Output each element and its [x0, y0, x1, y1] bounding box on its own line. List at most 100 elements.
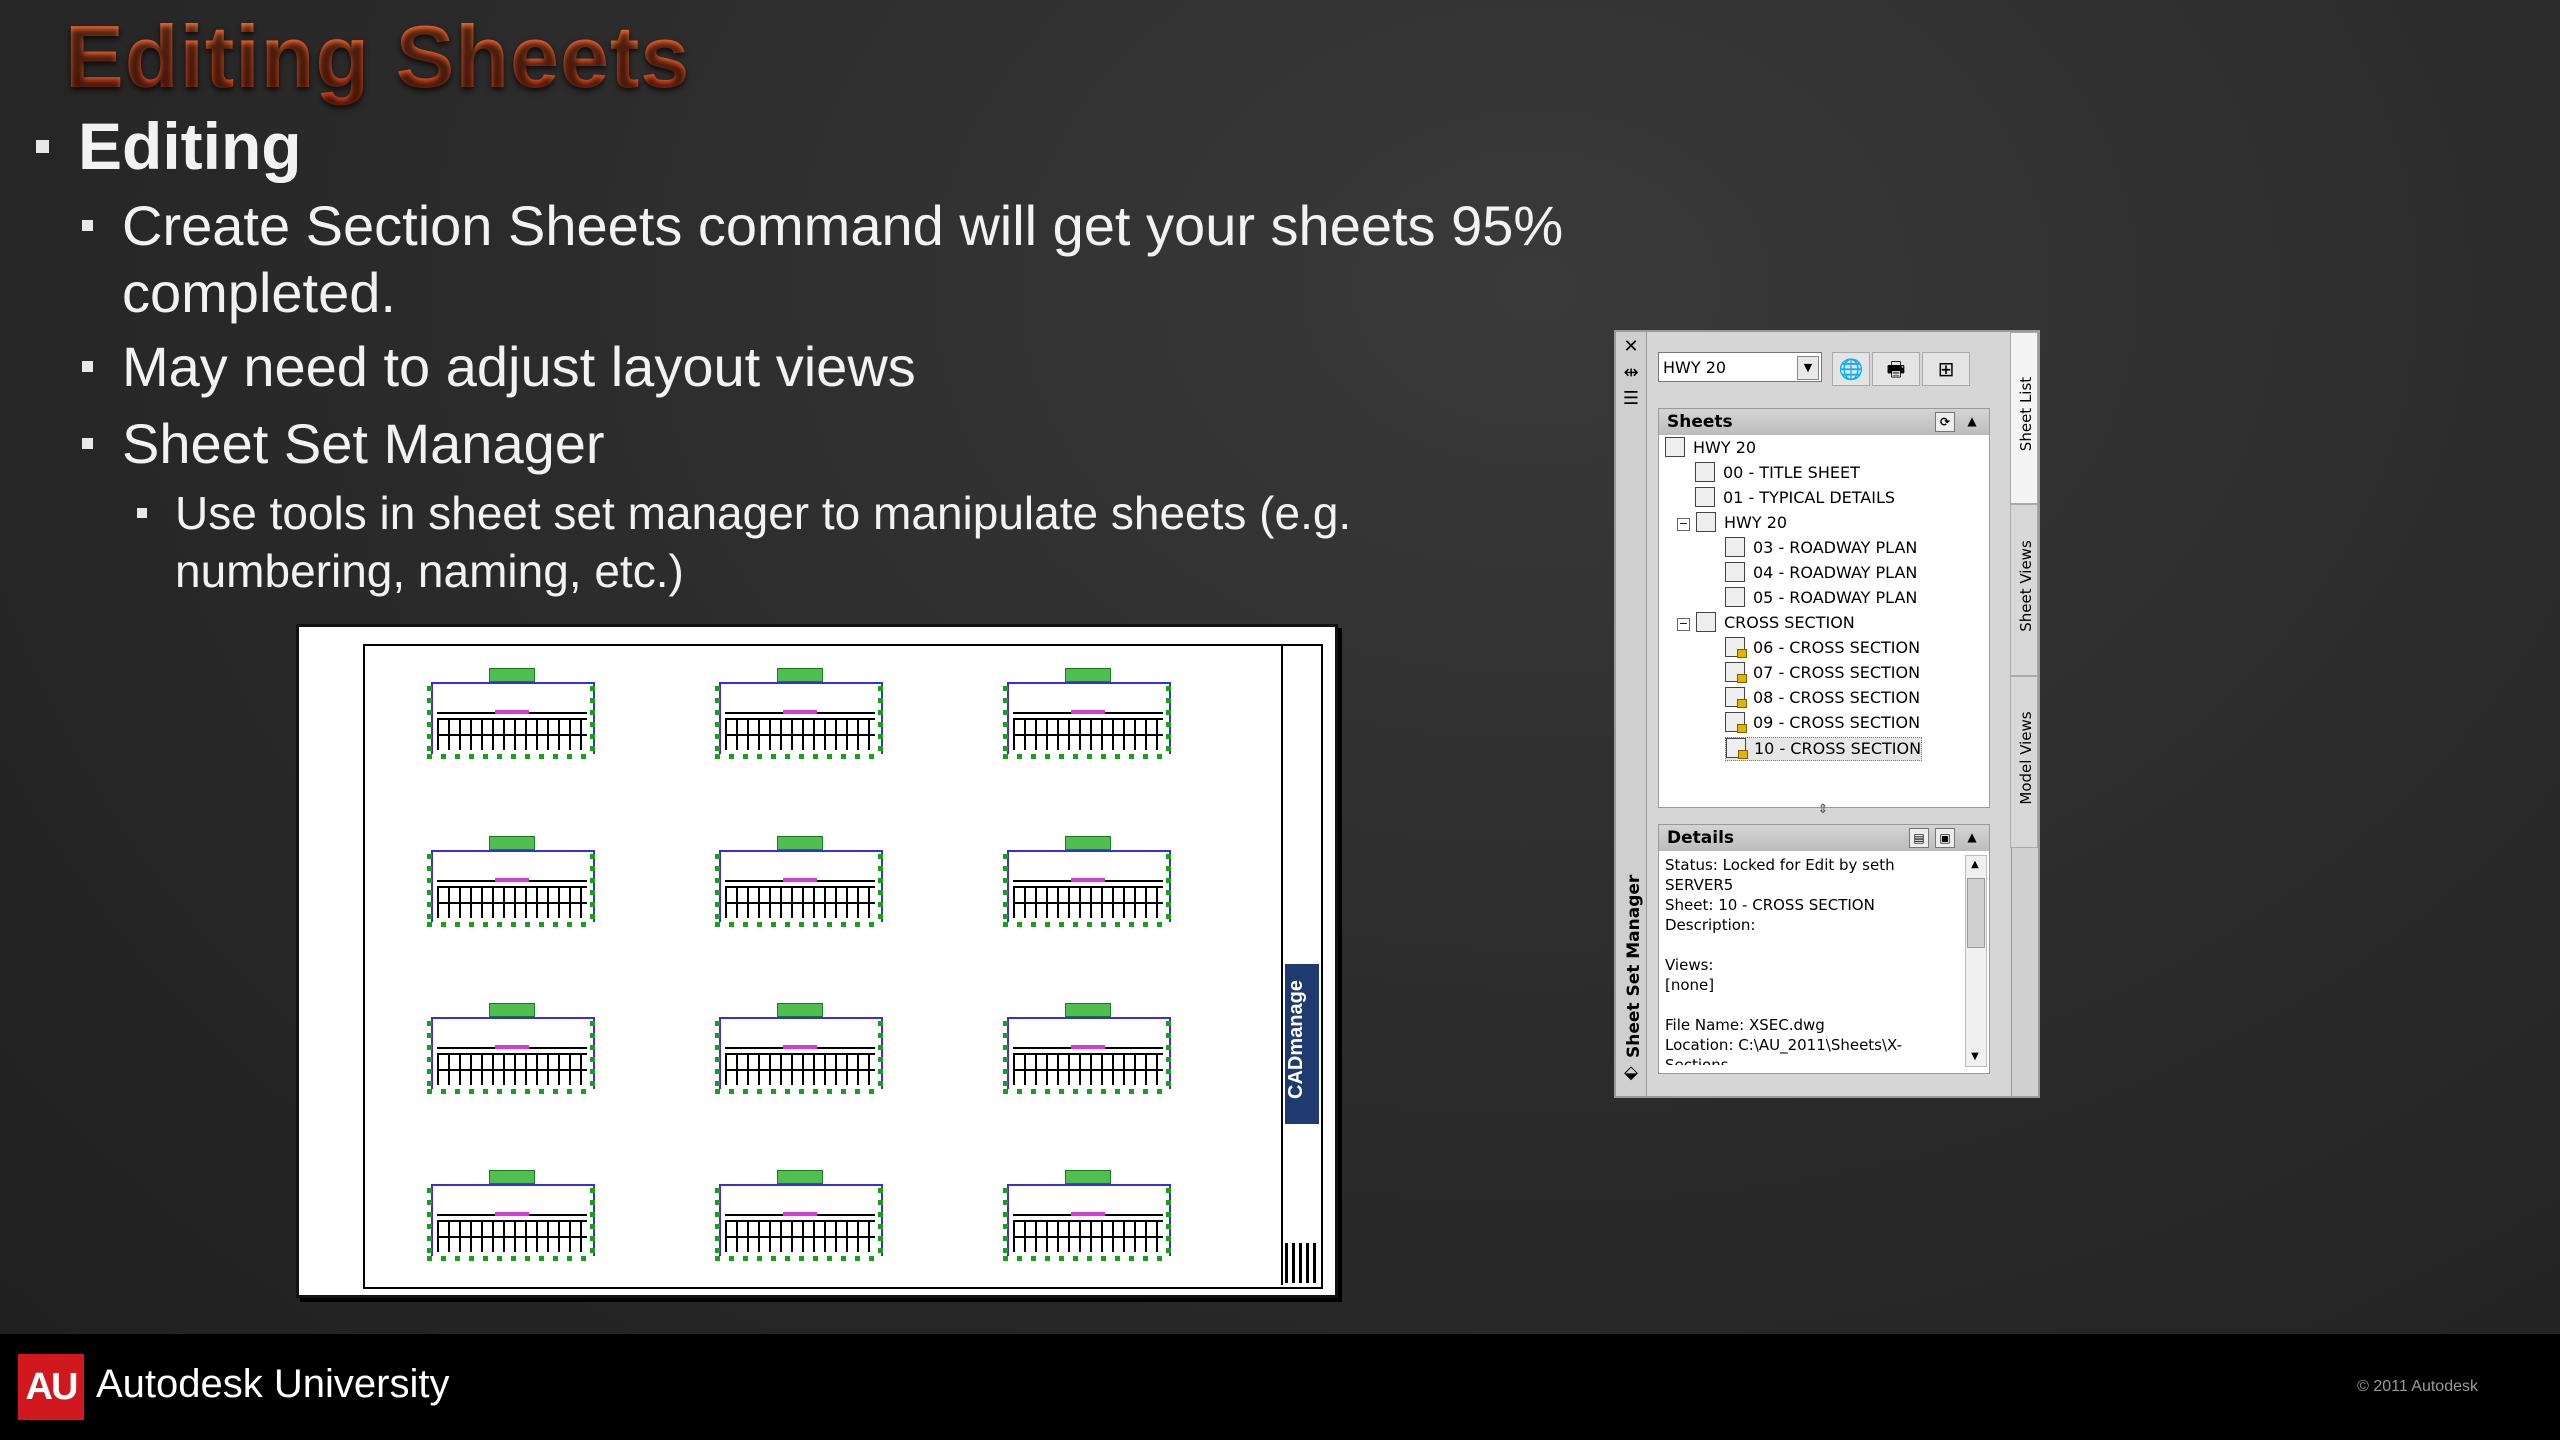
- bullet-sheet-set-manager: Sheet Set Manager: [82, 410, 1602, 477]
- details-panel-header: Details ▤ ▣ ▲: [1659, 825, 1989, 851]
- tab-sheet-views[interactable]: Sheet Views: [2010, 504, 2038, 676]
- locked-sheet-icon: [1725, 712, 1747, 733]
- bullet-marker: [137, 508, 147, 518]
- sheets-panel-header: Sheets ⟳ ▲: [1659, 409, 1989, 435]
- slide-footer: AU Autodesk University © 2011 Autodesk: [0, 1334, 2560, 1440]
- sheet-set-combo[interactable]: HWY 20 ▼: [1658, 352, 1822, 382]
- tree-node-subset[interactable]: − CROSS SECTION: [1677, 612, 1855, 634]
- tree-node-sheet[interactable]: 05 - ROADWAY PLAN: [1725, 587, 1917, 609]
- slide-title: Editing Sheets: [65, 7, 691, 106]
- bullet-text: Sheet Set Manager: [122, 412, 605, 475]
- bullet-text: Create Section Sheets command will get y…: [122, 194, 1564, 257]
- palette-title-bar: ✕ ⇹ ☰ Sheet Set Manager ⬙: [1616, 332, 1647, 1096]
- chevron-down-icon[interactable]: ▼: [1797, 356, 1819, 380]
- bullet-marker: [82, 438, 93, 449]
- tree-node-sheet[interactable]: 06 - CROSS SECTION: [1725, 637, 1920, 659]
- sheet-set-icon: [1665, 437, 1685, 457]
- cross-section-viewport: [715, 836, 883, 927]
- title-block: CADmanage: [1281, 644, 1321, 1285]
- tree-node-subset[interactable]: − HWY 20: [1677, 512, 1787, 534]
- properties-icon[interactable]: ☰: [1622, 390, 1640, 408]
- bullet-text: Use tools in sheet set manager to manipu…: [175, 487, 1352, 539]
- sheet-icon: [1725, 587, 1745, 607]
- subset-icon: [1696, 512, 1716, 532]
- bullet-text: May need to adjust layout views: [122, 335, 916, 398]
- tree-node-sheet[interactable]: 09 - CROSS SECTION: [1725, 712, 1920, 734]
- details-text: Status: Locked for Edit by seth SERVER5 …: [1665, 855, 1965, 1065]
- scroll-down-icon[interactable]: ▼: [1967, 1048, 1983, 1066]
- bullet-text: Editing: [78, 109, 302, 183]
- cadmanage-logo: CADmanage: [1285, 964, 1319, 1124]
- subset-icon: [1696, 612, 1716, 632]
- preview-icon[interactable]: ▣: [1935, 828, 1955, 848]
- cross-section-viewport: [715, 668, 883, 759]
- cross-section-viewport: [427, 836, 595, 927]
- tab-model-views[interactable]: Model Views: [2010, 676, 2038, 848]
- tree-node-sheet[interactable]: 04 - ROADWAY PLAN: [1725, 562, 1917, 584]
- collapse-icon[interactable]: ▲: [1963, 412, 1981, 430]
- sheet-border: [363, 644, 1323, 1289]
- brand-name: Autodesk University: [96, 1362, 450, 1406]
- detail-server: SERVER5: [1665, 876, 1734, 894]
- sheet-icon: [1695, 462, 1715, 482]
- locked-sheet-icon: [1725, 687, 1747, 708]
- palette-title: Sheet Set Manager: [1624, 874, 1644, 1058]
- scroll-up-icon[interactable]: ▲: [1967, 856, 1983, 874]
- tree-node-sheet[interactable]: 01 - TYPICAL DETAILS: [1695, 487, 1895, 509]
- bullet-marker: [82, 220, 93, 231]
- tree-node-sheet-selected[interactable]: 10 - CROSS SECTION: [1725, 737, 1923, 761]
- cross-section-viewport: [427, 1003, 595, 1094]
- detail-file: File Name: XSEC.dwg: [1665, 1016, 1825, 1034]
- palette-tab-bar: Sheet List Sheet Views Model Views: [2010, 332, 2038, 1096]
- tab-sheet-list[interactable]: Sheet List: [2010, 332, 2038, 504]
- cross-section-sheet-drawing: CADmanage: [296, 624, 1338, 1298]
- plot-icon[interactable]: 🖶: [1872, 352, 1920, 386]
- sheet-set-icon: ⬙: [1624, 1062, 1638, 1083]
- sheet-set-manager-palette: ✕ ⇹ ☰ Sheet Set Manager ⬙ Sheet List She…: [1614, 330, 2040, 1098]
- collapse-icon[interactable]: −: [1677, 618, 1690, 631]
- copyright: © 2011 Autodesk: [2357, 1378, 2478, 1395]
- sheet-icon: [1725, 562, 1745, 582]
- cross-section-viewport: [715, 1003, 883, 1094]
- details-panel: Details ▤ ▣ ▲ Status: Locked for Edit by…: [1658, 824, 1990, 1074]
- locked-sheet-icon: [1726, 738, 1748, 759]
- bullet-text-cont: numbering, naming, etc.): [175, 545, 684, 597]
- panel-splitter[interactable]: ⇕: [1658, 802, 1988, 818]
- sheet-icon: [1695, 487, 1715, 507]
- bullet-adjust-views: May need to adjust layout views: [82, 333, 1602, 400]
- cross-section-viewport: [1003, 836, 1171, 927]
- detail-sheet: Sheet: 10 - CROSS SECTION: [1665, 896, 1875, 914]
- bullet-marker: [36, 140, 49, 153]
- bullet-text-cont: completed.: [122, 261, 396, 324]
- locked-sheet-icon: [1725, 637, 1747, 658]
- cross-section-viewport: [427, 668, 595, 759]
- scroll-thumb[interactable]: [1967, 878, 1985, 948]
- bullet-tools: Use tools in sheet set manager to manipu…: [137, 484, 1455, 600]
- refresh-icon[interactable]: ⟳: [1935, 412, 1955, 432]
- tree-node-sheet[interactable]: 08 - CROSS SECTION: [1725, 687, 1920, 709]
- cross-section-viewport: [427, 1170, 595, 1261]
- view-options-icon[interactable]: ⊞: [1922, 352, 1970, 386]
- sheets-panel: Sheets ⟳ ▲ HWY 20 00 - TITLE SHEET 01 - …: [1658, 408, 1990, 808]
- au-logo: AU: [18, 1354, 84, 1420]
- cross-section-viewport: [715, 1170, 883, 1261]
- detail-location-cont: Sections: [1665, 1056, 1729, 1065]
- tree-node-root[interactable]: HWY 20: [1665, 437, 1756, 459]
- close-icon[interactable]: ✕: [1622, 338, 1640, 356]
- detail-views-value: [none]: [1665, 976, 1715, 994]
- publish-icon[interactable]: 🌐: [1832, 352, 1870, 386]
- collapse-icon[interactable]: −: [1677, 518, 1690, 531]
- tree-node-sheet[interactable]: 07 - CROSS SECTION: [1725, 662, 1920, 684]
- details-icon[interactable]: ▤: [1909, 828, 1929, 848]
- combo-value: HWY 20: [1663, 358, 1727, 377]
- bullet-marker: [82, 361, 93, 372]
- details-scrollbar[interactable]: ▲ ▼: [1965, 855, 1987, 1067]
- title-block-lines: [1285, 1243, 1319, 1283]
- auto-hide-icon[interactable]: ⇹: [1622, 364, 1640, 382]
- tree-node-sheet[interactable]: 00 - TITLE SHEET: [1695, 462, 1860, 484]
- bullet-editing: Editing: [36, 108, 302, 184]
- detail-location: Location: C:\AU_2011\Sheets\X-: [1665, 1036, 1902, 1054]
- tree-node-sheet[interactable]: 03 - ROADWAY PLAN: [1725, 537, 1917, 559]
- collapse-icon[interactable]: ▲: [1963, 828, 1981, 846]
- bullet-create-section: Create Section Sheets command will get y…: [82, 192, 1602, 326]
